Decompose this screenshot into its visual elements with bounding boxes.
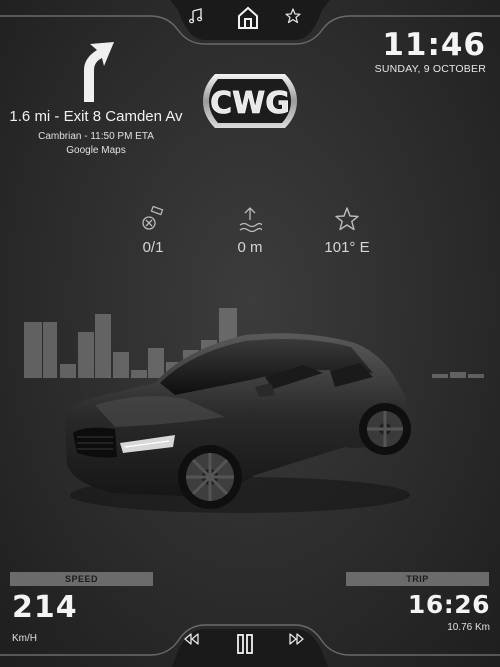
satellite-count: 0/1 <box>142 239 164 256</box>
music-button[interactable] <box>188 8 216 36</box>
stat-altitude: 0 m <box>215 205 285 256</box>
favorites-button[interactable] <box>285 8 313 36</box>
rewind-icon <box>184 633 199 645</box>
pause-button[interactable] <box>236 633 264 661</box>
cwg-logo: CWG <box>203 74 297 128</box>
altitude-icon <box>239 207 262 232</box>
star-icon <box>285 8 301 24</box>
logo-text: CWG <box>210 86 290 121</box>
music-icon <box>188 8 203 24</box>
stat-satellites: 0/1 <box>118 205 188 256</box>
stat-heading: 101° E <box>312 205 382 256</box>
vehicle-image <box>65 333 411 513</box>
clock: 11:46 SUNDAY, 9 OCTOBER <box>375 28 486 75</box>
navigation-panel[interactable]: 1.6 mi - Exit 8 Camden Av Cambrian - 11:… <box>6 108 186 156</box>
rewind-button[interactable] <box>183 633 211 661</box>
pause-icon <box>237 634 253 654</box>
altitude-value: 0 m <box>237 239 263 256</box>
turn-right-arrow-icon <box>84 42 114 102</box>
clock-date: SUNDAY, 9 OCTOBER <box>374 63 486 75</box>
heading-value: 101° E <box>324 239 370 256</box>
media-dock <box>0 615 500 667</box>
nav-provider: Google Maps <box>66 145 126 156</box>
home-button[interactable] <box>235 5 263 33</box>
satellite-icon <box>142 206 164 230</box>
trip-label: TRIP <box>346 572 489 586</box>
clock-time: 11:46 <box>382 27 486 63</box>
fast-forward-button[interactable] <box>289 633 317 661</box>
speed-label: SPEED <box>10 572 153 586</box>
nav-eta: Cambrian - 11:50 PM ETA <box>38 131 154 142</box>
home-icon <box>238 6 258 29</box>
fast-forward-icon <box>289 633 304 645</box>
nav-instruction: 1.6 mi - Exit 8 Camden Av <box>9 108 183 125</box>
star-icon <box>335 207 359 231</box>
